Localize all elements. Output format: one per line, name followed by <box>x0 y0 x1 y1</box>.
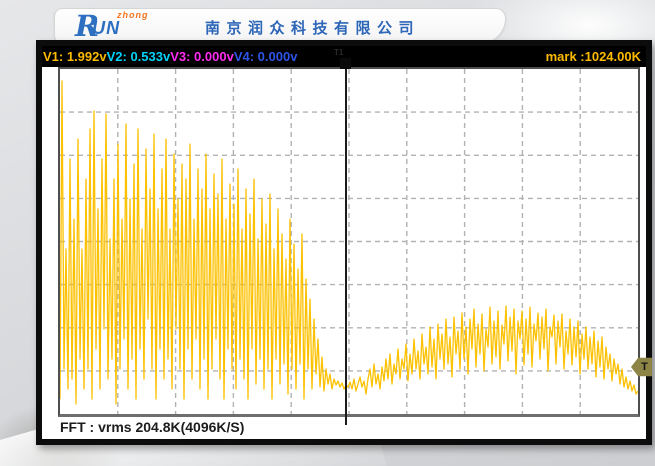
t1-cursor-handle[interactable] <box>340 58 351 69</box>
t1-cursor-label: T1 <box>334 48 343 57</box>
company-name: 南京润众科技有限公司 <box>205 17 420 38</box>
plot-area: T1 FFT : vrms 204.8K(4096K/S) <box>42 67 646 439</box>
mark-readout: mark :1024.00K <box>546 46 641 67</box>
logo-text-un: UN <box>92 18 120 38</box>
channel-readouts: V1: 1.992vV2: 0.533vV3: 0.000vV4: 0.000v <box>43 46 297 67</box>
graph-svg <box>60 69 638 414</box>
logo-superscript: zhong <box>117 10 149 20</box>
brand-header: RUN zhong 南京润众科技有限公司 <box>54 8 506 44</box>
readout-v1: V1: 1.992v <box>43 49 107 64</box>
instrument-screen: RUN zhong 南京润众科技有限公司 V1: 1.992vV2: 0.533… <box>0 0 655 466</box>
readout-v3: V3: 0.000v <box>170 49 234 64</box>
t1-cursor-line[interactable] <box>345 68 347 425</box>
run-logo: RUN zhong <box>75 9 127 43</box>
fft-graph <box>58 67 640 417</box>
fft-status-label: FFT : vrms 204.8K(4096K/S) <box>60 419 244 435</box>
readout-v2: V2: 0.533v <box>107 49 171 64</box>
display-frame: V1: 1.992vV2: 0.533vV3: 0.000vV4: 0.000v… <box>36 40 652 445</box>
readout-v4: V4: 0.000v <box>234 49 298 64</box>
